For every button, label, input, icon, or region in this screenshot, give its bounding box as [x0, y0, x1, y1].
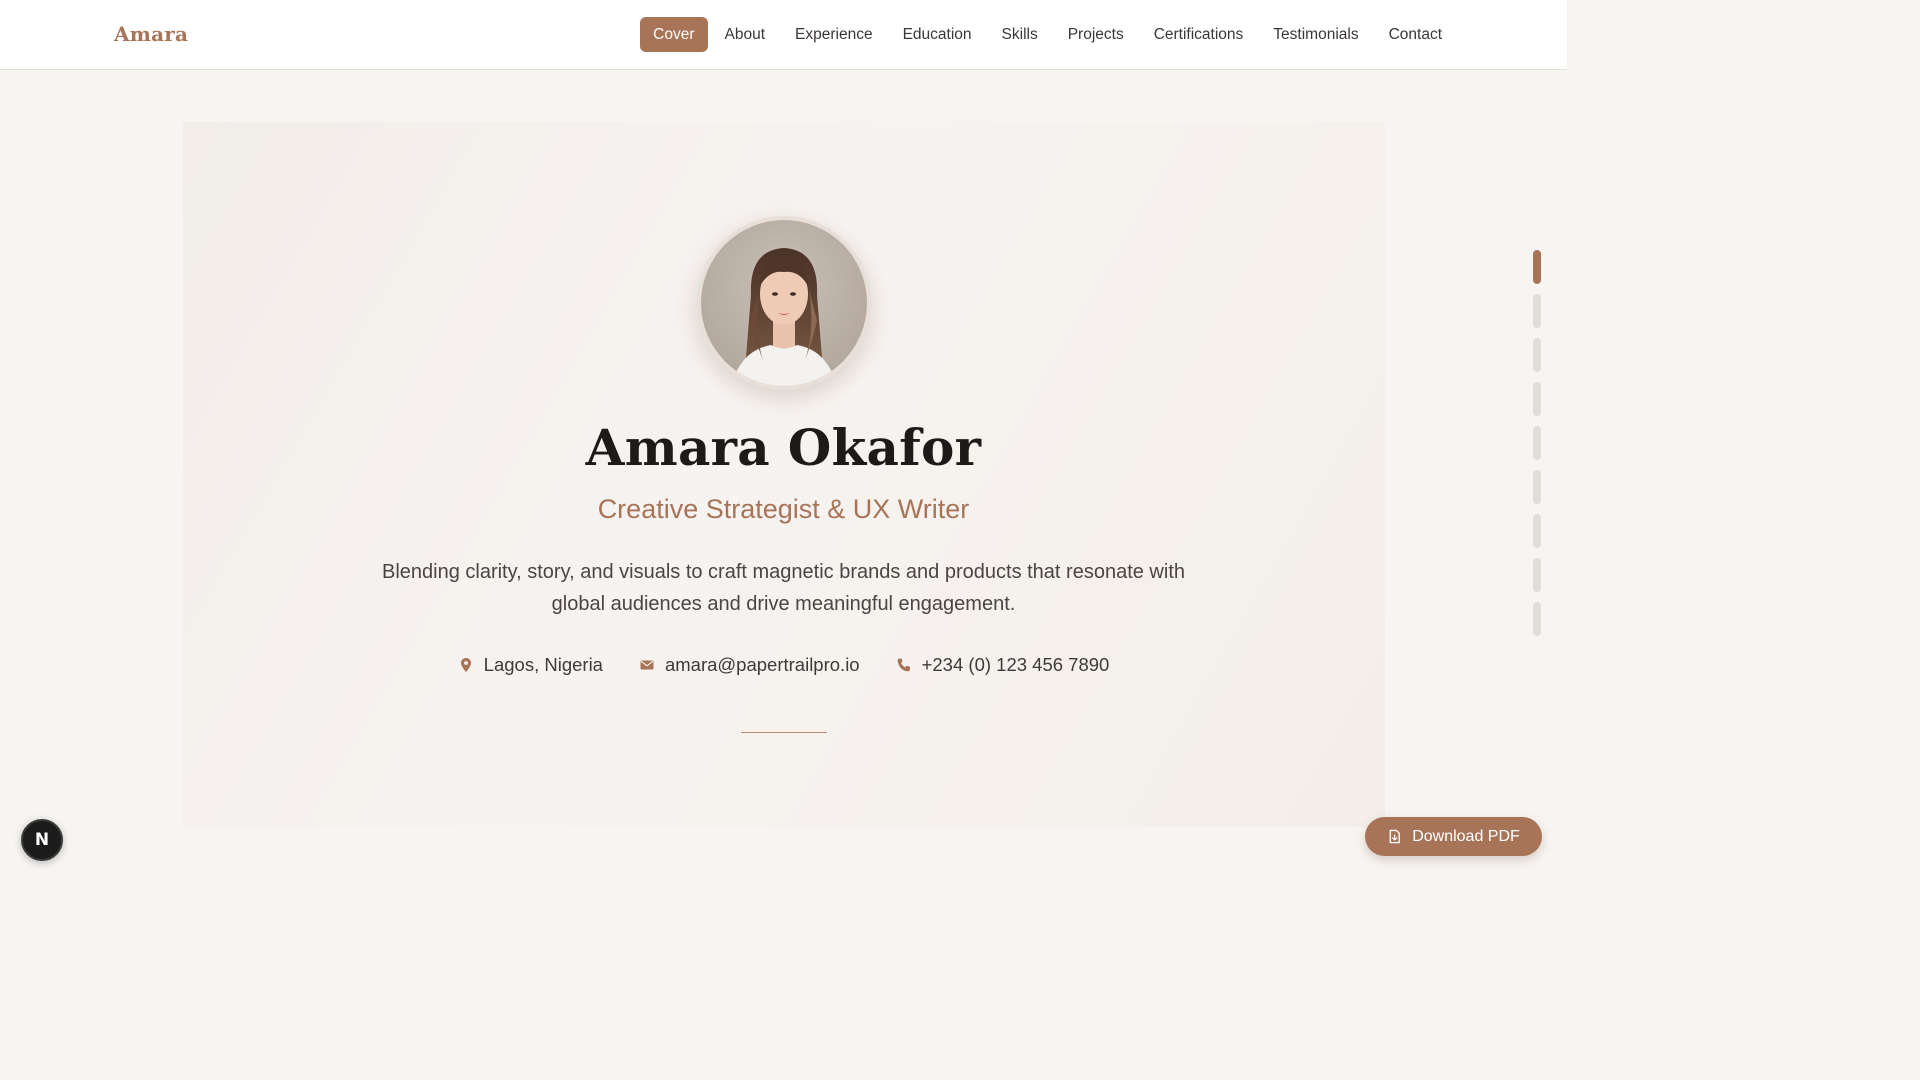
contact-phone[interactable]: +234 (0) 123 456 7890	[896, 654, 1110, 676]
profile-photo	[701, 220, 867, 386]
section-dot-skills[interactable]	[1533, 426, 1541, 460]
nav-about[interactable]: About	[712, 17, 779, 52]
document-icon	[1389, 829, 1401, 844]
nav-skills[interactable]: Skills	[989, 17, 1051, 52]
profile-photo-frame	[697, 216, 871, 390]
section-divider	[741, 732, 827, 733]
nav-experience[interactable]: Experience	[782, 17, 886, 52]
contact-info: Lagos, Nigeria amara@papertrailpro.io +2…	[0, 654, 1567, 676]
section-indicator	[1533, 250, 1541, 636]
phone-text[interactable]: +234 (0) 123 456 7890	[922, 654, 1110, 676]
main-nav: Cover About Experience Education Skills …	[640, 17, 1455, 52]
download-pdf-button[interactable]: Download PDF	[1365, 817, 1542, 856]
section-dot-experience[interactable]	[1533, 338, 1541, 372]
site-logo[interactable]: Amara	[114, 22, 188, 46]
phone-icon	[897, 658, 910, 672]
contact-location: Lagos, Nigeria	[458, 654, 603, 676]
profile-role: Creative Strategist & UX Writer	[597, 494, 970, 524]
map-pin-icon	[460, 658, 471, 672]
nav-contact[interactable]: Contact	[1376, 17, 1455, 52]
section-dot-about[interactable]	[1533, 294, 1541, 328]
profile-name: Amara Okafor	[585, 418, 982, 477]
profile-bio: Blending clarity, story, and visuals to …	[381, 561, 1185, 615]
section-dot-testimonials[interactable]	[1533, 558, 1541, 592]
section-dot-contact[interactable]	[1533, 602, 1541, 636]
nav-testimonials[interactable]: Testimonials	[1260, 17, 1371, 52]
top-navbar: Amara Cover About Experience Education S…	[0, 0, 1567, 70]
section-dot-cover[interactable]	[1533, 250, 1541, 284]
nav-projects[interactable]: Projects	[1055, 17, 1137, 52]
section-dot-certifications[interactable]	[1533, 514, 1541, 548]
nav-education[interactable]: Education	[890, 17, 985, 52]
envelope-icon	[640, 660, 654, 670]
nav-cover[interactable]: Cover	[640, 17, 708, 52]
section-dot-education[interactable]	[1533, 382, 1541, 416]
badge-letter: N	[34, 830, 50, 850]
portrait-illustration	[731, 248, 837, 386]
contact-email[interactable]: amara@papertrailpro.io	[639, 654, 860, 676]
framework-badge[interactable]: N	[21, 819, 63, 861]
location-text: Lagos, Nigeria	[483, 654, 603, 675]
download-label: Download PDF	[1412, 827, 1520, 845]
section-dot-projects[interactable]	[1533, 470, 1541, 504]
email-text[interactable]: amara@papertrailpro.io	[665, 654, 860, 676]
nav-certifications[interactable]: Certifications	[1141, 17, 1257, 52]
